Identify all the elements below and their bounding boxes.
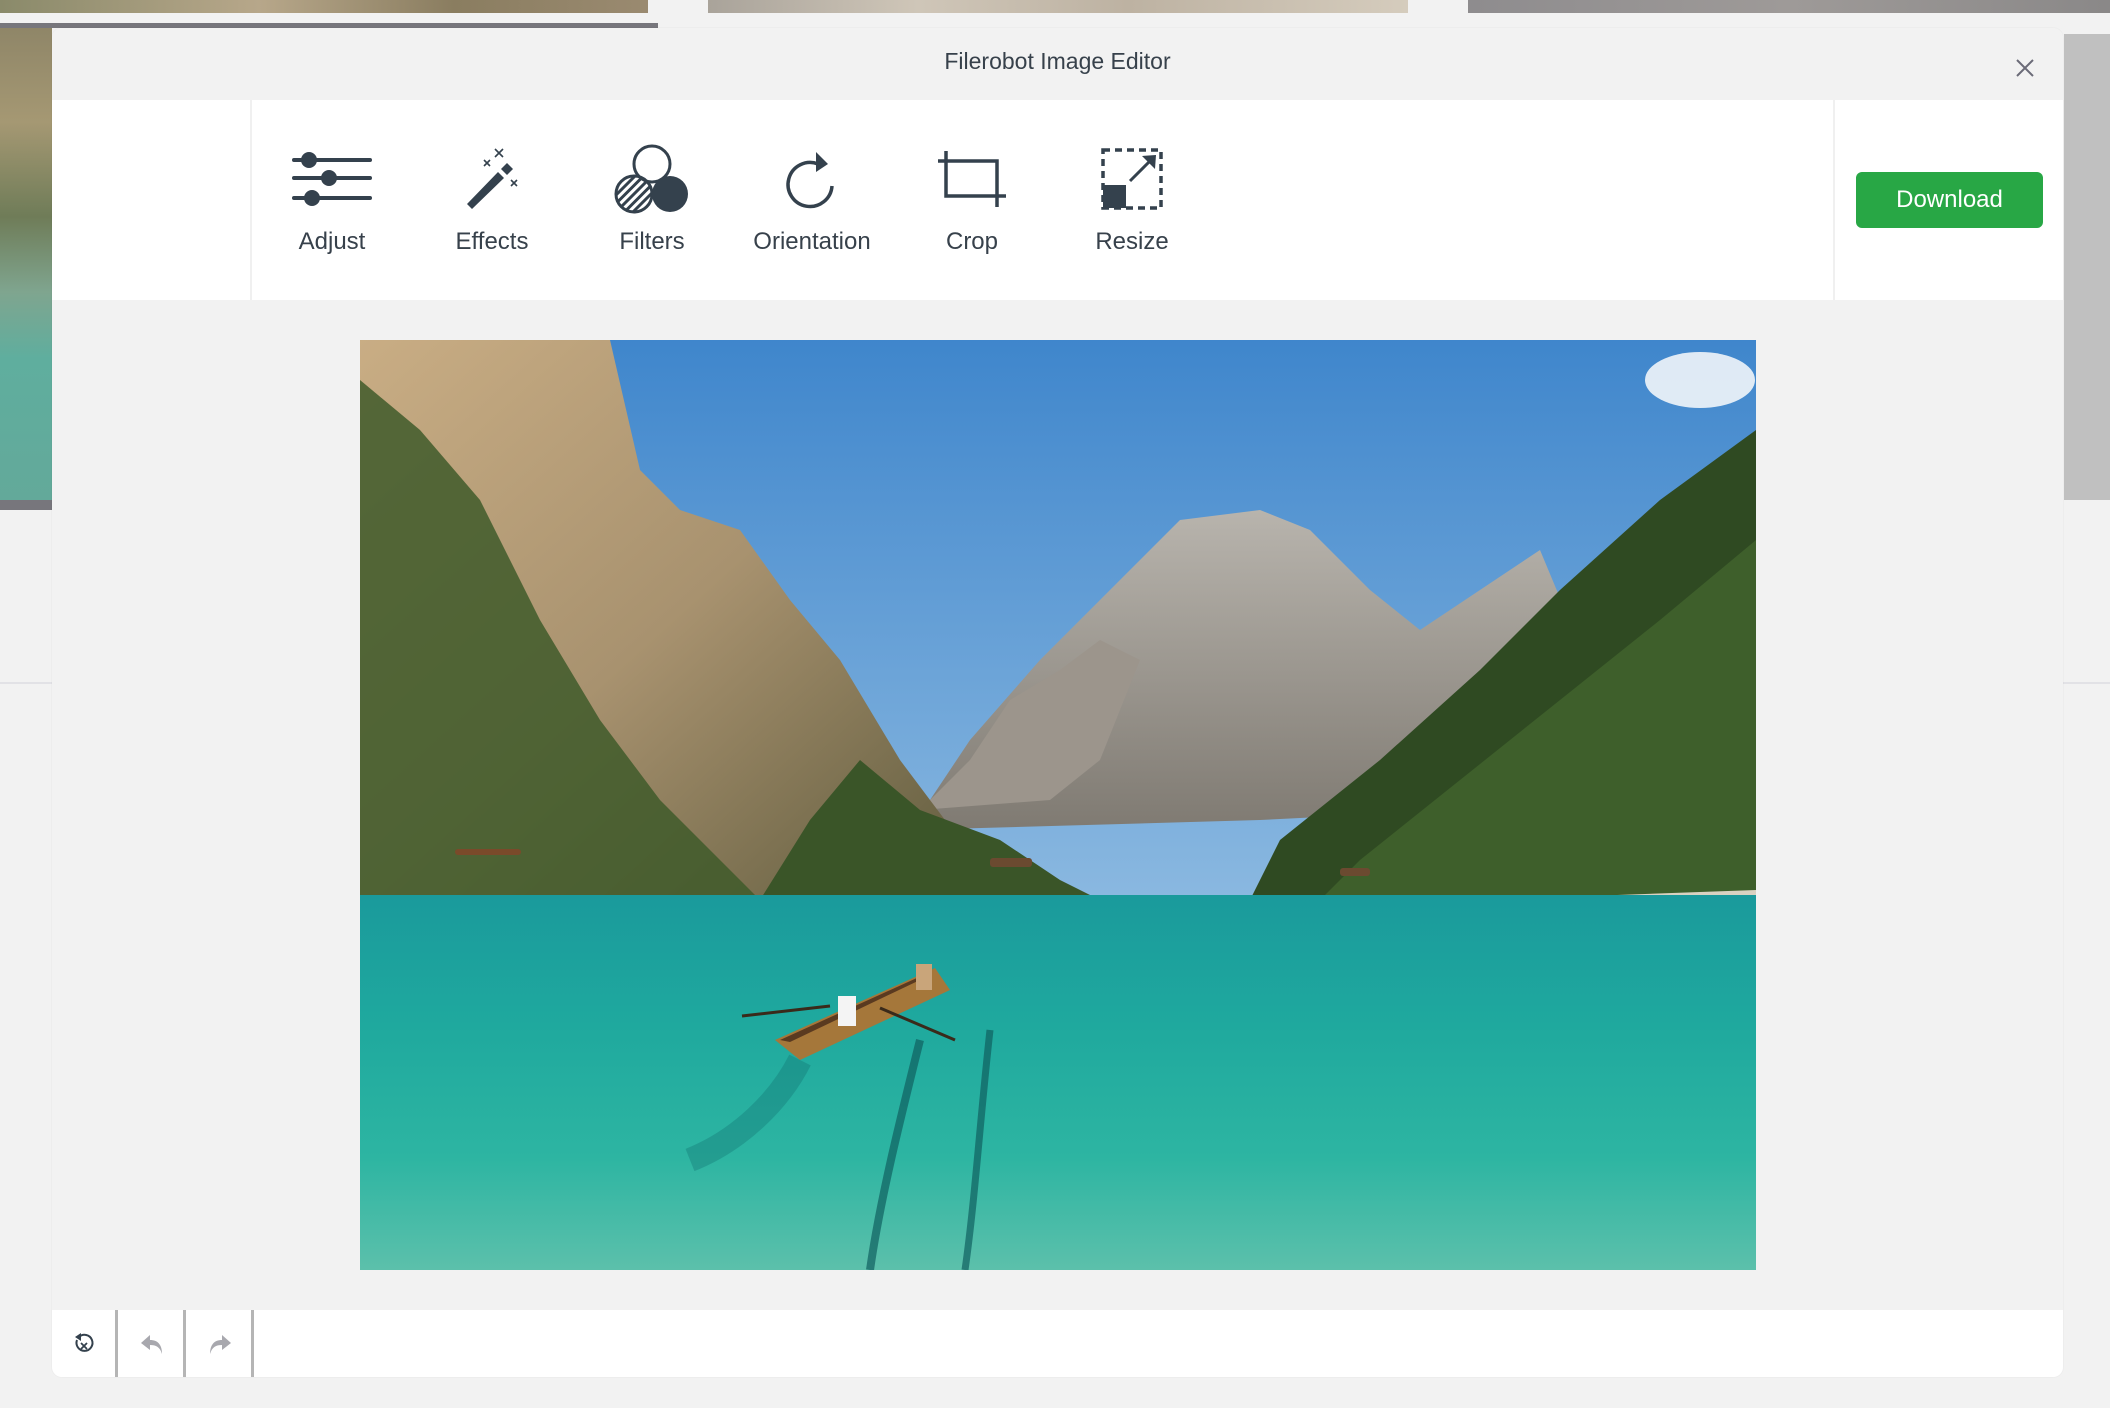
tool-crop[interactable]: Crop — [892, 100, 1052, 300]
undo-button[interactable] — [120, 1310, 186, 1377]
background-card — [0, 28, 52, 500]
background-thumbnail — [1468, 0, 2110, 13]
image-editor-modal: Filerobot Image Editor Adjust Effects Fi… — [52, 28, 2063, 1377]
background-thumbnail — [708, 0, 1408, 13]
close-button[interactable] — [2007, 50, 2043, 86]
filters-circles-icon — [614, 144, 688, 214]
tool-label: Filters — [619, 228, 685, 255]
toolbar-actions: Download — [1833, 100, 2063, 300]
history-footer — [52, 1310, 2063, 1377]
modal-header: Filerobot Image Editor — [52, 28, 2063, 100]
tool-label: Resize — [1095, 228, 1169, 255]
tool-adjust[interactable]: Adjust — [252, 100, 412, 300]
tool-label: Orientation — [753, 228, 871, 255]
tool-resize[interactable]: Resize — [1052, 100, 1212, 300]
background-thumbnail — [0, 0, 648, 13]
sliders-icon — [292, 152, 372, 206]
download-button[interactable]: Download — [1856, 172, 2043, 228]
reset-icon — [74, 1332, 93, 1352]
redo-button[interactable] — [188, 1310, 254, 1377]
rotate-icon — [786, 152, 834, 209]
tool-label: Adjust — [298, 228, 366, 255]
reset-button[interactable] — [52, 1310, 118, 1377]
tool-label: Effects — [455, 228, 529, 255]
edited-image[interactable] — [360, 340, 1756, 1270]
crop-icon — [938, 151, 1006, 207]
toolbar-spacer — [52, 100, 252, 300]
modal-title: Filerobot Image Editor — [944, 48, 1171, 74]
close-icon — [2016, 59, 2034, 77]
resize-icon — [1101, 148, 1163, 210]
background-scrollbar — [2064, 34, 2110, 500]
toolbar: Adjust Effects Filters Orientation Crop … — [52, 100, 2063, 300]
tool-label: Crop — [945, 228, 999, 255]
lake-photo — [360, 340, 1756, 1270]
tool-effects[interactable]: Effects — [412, 100, 572, 300]
tool-list: Adjust Effects Filters Orientation Crop … — [252, 100, 1212, 300]
magic-wand-icon — [467, 148, 518, 209]
undo-icon — [140, 1334, 162, 1354]
redo-icon — [209, 1334, 231, 1354]
tool-orientation[interactable]: Orientation — [732, 100, 892, 300]
tool-filters[interactable]: Filters — [572, 100, 732, 300]
canvas-area — [52, 300, 2063, 1310]
background-divider — [0, 500, 52, 510]
